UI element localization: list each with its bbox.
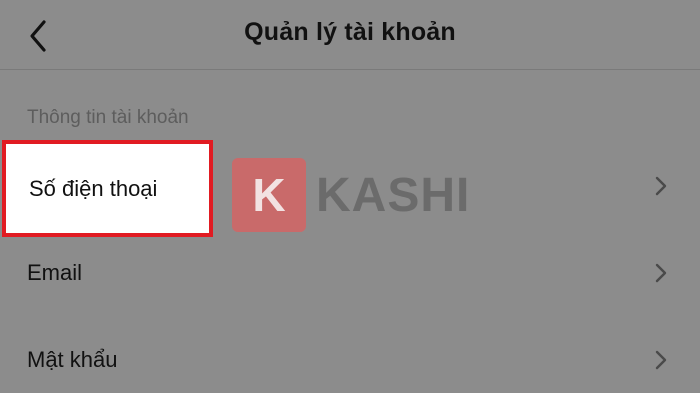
watermark-text: KASHI — [316, 169, 471, 222]
email-label: Email — [27, 260, 83, 285]
password-label: Mật khẩu — [27, 347, 118, 372]
watermark-logo-letter: K — [252, 169, 286, 221]
section-label: Thông tin tài khoản — [27, 107, 189, 128]
top-bar: Quản lý tài khoản — [0, 0, 700, 70]
password-row[interactable]: Mật khẩu — [0, 328, 700, 392]
phone-number-label: Số điện thoại — [29, 175, 158, 201]
page-title: Quản lý tài khoản — [244, 18, 456, 46]
chevron-right-icon — [654, 175, 668, 197]
watermark-logo: K — [232, 158, 306, 232]
phone-number-highlight[interactable]: Số điện thoại — [2, 140, 213, 237]
chevron-right-icon — [654, 349, 668, 371]
email-row[interactable]: Email — [0, 241, 700, 305]
chevron-right-icon — [654, 262, 668, 284]
